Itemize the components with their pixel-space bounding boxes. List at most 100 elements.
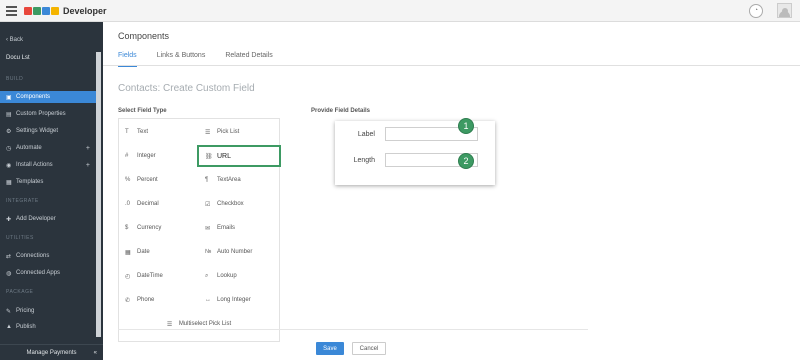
- field-type-pick-list[interactable]: ☰ Pick List: [199, 121, 279, 143]
- field-type-label: Currency: [137, 225, 162, 231]
- field-type-emails[interactable]: ✉ Emails: [199, 217, 279, 239]
- link-icon: ⛓: [205, 153, 213, 160]
- field-type-label: Multiselect Pick List: [178, 321, 232, 327]
- sidebar-item-label: Components: [16, 94, 51, 100]
- label-row: Label: [335, 127, 478, 141]
- text-field-icon: T: [125, 129, 129, 135]
- hamburger-icon[interactable]: [0, 0, 22, 22]
- sidebar-item-automate[interactable]: ◷ Automate +: [0, 142, 96, 154]
- connected-apps-icon: ◍: [6, 270, 12, 277]
- calendar-icon: ▦: [125, 249, 131, 256]
- auto-number-icon: №: [205, 249, 212, 255]
- sidebar-item-label: Connected Apps: [16, 270, 61, 276]
- sidebar-item-add-developer[interactable]: ✚ Add Developer: [0, 213, 96, 225]
- main-content: Components Fields Links & Buttons Relate…: [103, 22, 800, 360]
- section-package: PACKAGE: [6, 289, 34, 295]
- sidebar-item-label: Connections: [16, 253, 50, 259]
- tabs-divider: [103, 65, 800, 66]
- sidebar: ‹ Back Docu Lst BUILD ▣ Components ▤ Custo…: [0, 22, 103, 360]
- settings-widget-icon: ⚙: [6, 128, 12, 135]
- help-circle-icon[interactable]: ◔: [749, 3, 763, 18]
- field-type-label: Percent: [137, 177, 158, 183]
- page-title: Components: [118, 31, 170, 41]
- top-bar: Developer ◔: [0, 0, 800, 22]
- integer-icon: #: [125, 153, 129, 159]
- sidebar-item-templates[interactable]: ▦ Templates: [0, 176, 96, 188]
- field-type-integer[interactable]: # Integer: [119, 145, 199, 167]
- sidebar-item-settings-widget[interactable]: ⚙ Settings Widget: [0, 125, 96, 137]
- form-divider: [118, 329, 588, 330]
- components-icon: ▣: [6, 94, 12, 101]
- field-type-text[interactable]: T Text: [119, 121, 199, 143]
- sidebar-item-label: Add Developer: [16, 216, 56, 222]
- field-type-textarea[interactable]: ¶ TextArea: [199, 169, 279, 191]
- sidebar-item-publish[interactable]: ▲ Publish: [0, 321, 96, 333]
- picklist-icon: ☰: [205, 129, 211, 136]
- sidebar-scrollbar[interactable]: [96, 52, 101, 337]
- collapse-icon[interactable]: «: [94, 350, 97, 356]
- field-type-label: Phone: [137, 297, 155, 303]
- field-type-long-integer[interactable]: ↔ Long Integer: [199, 289, 279, 311]
- sidebar-item-pricing[interactable]: ✎ Pricing: [0, 305, 96, 317]
- sidebar-item-components[interactable]: ▣ Components: [0, 91, 96, 103]
- sidebar-item-label: Settings Widget: [16, 128, 59, 134]
- field-type-date[interactable]: ▦ Date: [119, 241, 199, 263]
- field-type-label: Date: [137, 249, 150, 255]
- back-link[interactable]: ‹ Back: [6, 37, 23, 43]
- field-type-label: URL: [217, 152, 232, 160]
- field-type-decimal[interactable]: .0 Decimal: [119, 193, 199, 215]
- add-developer-icon: ✚: [6, 216, 12, 223]
- section-title: Contacts: Create Custom Field: [118, 83, 255, 94]
- label-field-label: Label: [357, 130, 375, 138]
- field-type-auto-number[interactable]: № Auto Number: [199, 241, 279, 263]
- field-type-label: Emails: [217, 225, 236, 231]
- properties-icon: ▤: [6, 111, 12, 118]
- section-utilities: UTILITIES: [6, 235, 34, 241]
- sidebar-item-connected-apps[interactable]: ◍ Connected Apps: [0, 267, 96, 279]
- field-type-label: Decimal: [137, 201, 159, 207]
- sidebar-item-install-actions[interactable]: ◉ Install Actions +: [0, 159, 96, 171]
- section-build: BUILD: [6, 76, 24, 82]
- sidebar-item-label: Pricing: [16, 308, 35, 314]
- field-type-label: Integer: [137, 153, 156, 159]
- sidebar-item-label: Install Actions: [16, 162, 53, 168]
- field-type-url[interactable]: ⛓ URL: [197, 145, 281, 167]
- field-type-grid: T Text ☰ Pick List # Integer ⛓ URL % Percent …: [118, 118, 281, 342]
- footer-label: Manage Payments: [26, 349, 77, 356]
- brand-logo[interactable]: [24, 6, 59, 15]
- field-type-multiselect-pick-list[interactable]: ☰ Multiselect Pick List: [119, 313, 279, 335]
- select-field-type-label: Select Field Type: [118, 108, 167, 114]
- field-type-percent[interactable]: % Percent: [119, 169, 199, 191]
- step-badge-1: 1: [458, 118, 474, 134]
- field-type-label: Lookup: [217, 273, 237, 279]
- field-type-label: Auto Number: [217, 249, 253, 255]
- logo-square-yellow: [51, 6, 59, 15]
- connections-icon: ⇄: [6, 253, 12, 260]
- sidebar-item-label: Automate: [16, 145, 42, 151]
- sidebar-item-connections[interactable]: ⇄ Connections: [0, 250, 96, 262]
- length-field-label: Length: [353, 156, 375, 164]
- datetime-icon: ◴: [125, 273, 131, 280]
- field-type-label: Pick List: [217, 129, 240, 135]
- sidebar-item-custom-properties[interactable]: ▤ Custom Properties: [0, 108, 96, 120]
- user-avatar-icon[interactable]: [777, 3, 792, 18]
- field-type-currency[interactable]: $ Currency: [119, 217, 199, 239]
- field-type-label: TextArea: [217, 177, 241, 183]
- field-type-lookup[interactable]: ⌕ Lookup: [199, 265, 279, 287]
- logo-square-blue: [42, 6, 50, 15]
- field-type-label: Checkbox: [217, 201, 244, 207]
- provide-field-details-label: Provide Field Details: [311, 108, 371, 114]
- length-row: Length: [335, 153, 478, 167]
- cancel-button[interactable]: Cancel: [352, 342, 386, 355]
- long-integer-icon: ↔: [205, 297, 211, 303]
- field-type-phone[interactable]: ✆ Phone: [119, 289, 199, 311]
- sidebar-footer[interactable]: Manage Payments «: [0, 344, 103, 360]
- field-type-datetime[interactable]: ◴ DateTime: [119, 265, 199, 287]
- templates-icon: ▦: [6, 179, 12, 186]
- save-button[interactable]: Save: [316, 342, 344, 355]
- expand-icon[interactable]: +: [86, 145, 90, 152]
- brand-title: Developer: [63, 5, 107, 16]
- field-type-label: Long Integer: [217, 297, 251, 303]
- field-type-checkbox[interactable]: ☑ Checkbox: [199, 193, 279, 215]
- expand-icon[interactable]: +: [86, 162, 90, 169]
